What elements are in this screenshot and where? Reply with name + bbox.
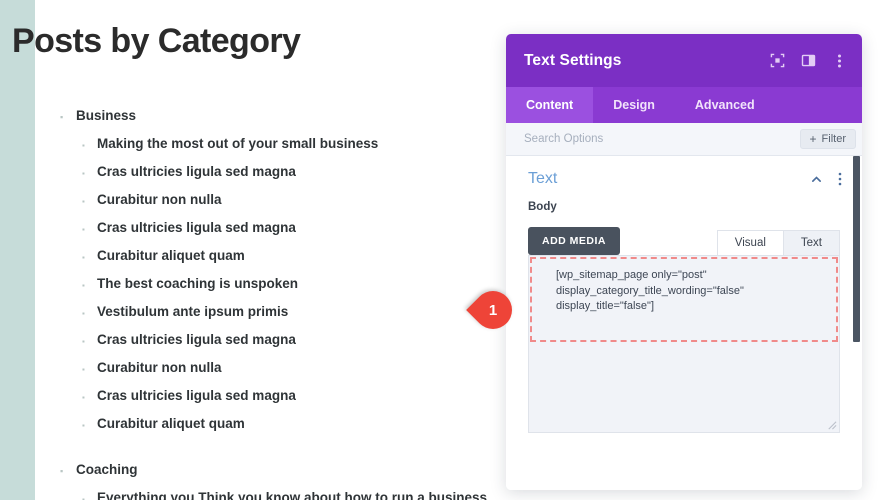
screenshot-root: Posts by Category ▪ Business ▪ Making the m… xyxy=(0,0,880,500)
editor-mode-tab-visual[interactable]: Visual xyxy=(716,230,783,255)
post-title: Cras ultricies ligula sed magna xyxy=(97,220,296,235)
split-view-icon[interactable] xyxy=(800,52,817,69)
category-name: Business xyxy=(76,108,137,123)
post-title: The best coaching is unspoken xyxy=(97,276,299,291)
badge-number: 1 xyxy=(488,301,498,319)
options-searchbar: + Filter xyxy=(506,123,862,156)
bullet-icon: ▪ xyxy=(82,141,85,150)
post-link[interactable]: ▪ Curabitur non nulla xyxy=(60,192,510,210)
post-title: Making the most out of your small busine… xyxy=(97,136,379,151)
panel-header: Text Settings xyxy=(506,34,862,87)
text-section-header: Text xyxy=(506,156,862,188)
editor-toolbar: ADD MEDIA Visual Text xyxy=(506,213,862,255)
add-media-button[interactable]: ADD MEDIA xyxy=(528,227,620,255)
bullet-icon: ▪ xyxy=(82,169,85,178)
tab-design[interactable]: Design xyxy=(593,87,675,123)
panel-tabbar: Content Design Advanced xyxy=(506,87,862,123)
category-heading: ▪ Coaching xyxy=(60,444,510,479)
bullet-icon: ▪ xyxy=(82,225,85,234)
post-title: Curabitur aliquet quam xyxy=(97,248,245,263)
bullet-icon: ▪ xyxy=(82,309,85,318)
filter-button-label: Filter xyxy=(821,133,846,145)
bullet-icon: ▪ xyxy=(82,365,85,374)
posts-by-category-list: ▪ Business ▪ Making the most out of your sm… xyxy=(60,108,510,500)
category-heading: ▪ Business xyxy=(60,108,510,125)
category-block: ▪ Business ▪ Making the most out of your sm… xyxy=(60,108,510,434)
editor-mode-tab-text[interactable]: Text xyxy=(782,230,840,255)
post-title: Everything you Think you know about how … xyxy=(97,490,488,500)
step-badge-1: 1 xyxy=(466,283,520,337)
post-link[interactable]: ▪ The best coaching is unspoken xyxy=(60,276,510,294)
post-link[interactable]: ▪ Cras ultricies ligula sed magna xyxy=(60,220,510,238)
fullscreen-icon[interactable] xyxy=(769,52,786,69)
bullet-icon: ▪ xyxy=(82,495,85,500)
post-title: Cras ultricies ligula sed magna xyxy=(97,388,296,403)
post-title: Cras ultricies ligula sed magna xyxy=(97,332,296,347)
resize-handle-icon[interactable] xyxy=(826,419,837,430)
more-options-icon[interactable] xyxy=(831,52,848,69)
panel-title: Text Settings xyxy=(524,51,622,69)
post-link[interactable]: ▪ Curabitur aliquet quam xyxy=(60,248,510,266)
page-title: Posts by Category xyxy=(12,22,301,60)
scrollbar-thumb[interactable] xyxy=(853,156,860,342)
chevron-up-icon[interactable] xyxy=(808,171,824,187)
panel-header-icons xyxy=(769,52,848,69)
body-editor-value[interactable]: [wp_sitemap_page only="post" display_cat… xyxy=(556,268,815,315)
panel-scrollbar[interactable] xyxy=(853,156,860,490)
post-link[interactable]: ▪ Cras ultricies ligula sed magna xyxy=(60,164,510,182)
text-settings-panel: Text Settings Content Design Advanced Se… xyxy=(506,34,862,490)
page-accent-bar xyxy=(0,0,35,500)
post-link[interactable]: ▪ Vestibulum ante ipsum primis xyxy=(60,304,510,322)
post-title: Curabitur aliquet quam xyxy=(97,416,245,431)
category-block: ▪ Coaching ▪ Everything you Think you know … xyxy=(60,444,510,500)
post-title: Vestibulum ante ipsum primis xyxy=(97,304,289,319)
post-link[interactable]: ▪ Making the most out of your small busin… xyxy=(60,136,510,154)
panel-body: Text Body ADD MEDIA Visual Text [wp_site… xyxy=(506,156,862,490)
tab-content[interactable]: Content xyxy=(506,87,594,123)
bullet-icon: ▪ xyxy=(82,393,85,402)
tab-advanced[interactable]: Advanced xyxy=(675,87,775,123)
post-title: Curabitur non nulla xyxy=(97,360,222,375)
editor-mode-tabs: Visual Text xyxy=(716,230,840,255)
body-editor[interactable]: [wp_sitemap_page only="post" display_cat… xyxy=(528,255,840,433)
filter-button[interactable]: + Filter xyxy=(799,129,856,149)
bullet-icon: ▪ xyxy=(82,253,85,262)
section-more-options-icon[interactable] xyxy=(832,171,848,187)
post-link[interactable]: ▪ Everything you Think you know about how… xyxy=(60,490,510,500)
bullet-icon: ▪ xyxy=(60,112,64,122)
page-preview: Posts by Category ▪ Business ▪ Making the m… xyxy=(0,0,510,500)
post-link[interactable]: ▪ Cras ultricies ligula sed magna xyxy=(60,388,510,406)
post-link[interactable]: ▪ Cras ultricies ligula sed magna xyxy=(60,332,510,350)
section-title: Text xyxy=(528,170,558,187)
bullet-icon: ▪ xyxy=(82,281,85,290)
category-name: Coaching xyxy=(76,462,138,477)
post-link[interactable]: ▪ Curabitur aliquet quam xyxy=(60,416,510,434)
post-title: Curabitur non nulla xyxy=(97,192,222,207)
bullet-icon: ▪ xyxy=(82,197,85,206)
body-field-label: Body xyxy=(528,201,557,213)
post-link[interactable]: ▪ Curabitur non nulla xyxy=(60,360,510,378)
plus-icon: + xyxy=(809,132,817,146)
search-input[interactable] xyxy=(522,132,800,146)
bullet-icon: ▪ xyxy=(60,466,64,476)
post-title: Cras ultricies ligula sed magna xyxy=(97,164,296,179)
bullet-icon: ▪ xyxy=(82,337,85,346)
bullet-icon: ▪ xyxy=(82,421,85,430)
